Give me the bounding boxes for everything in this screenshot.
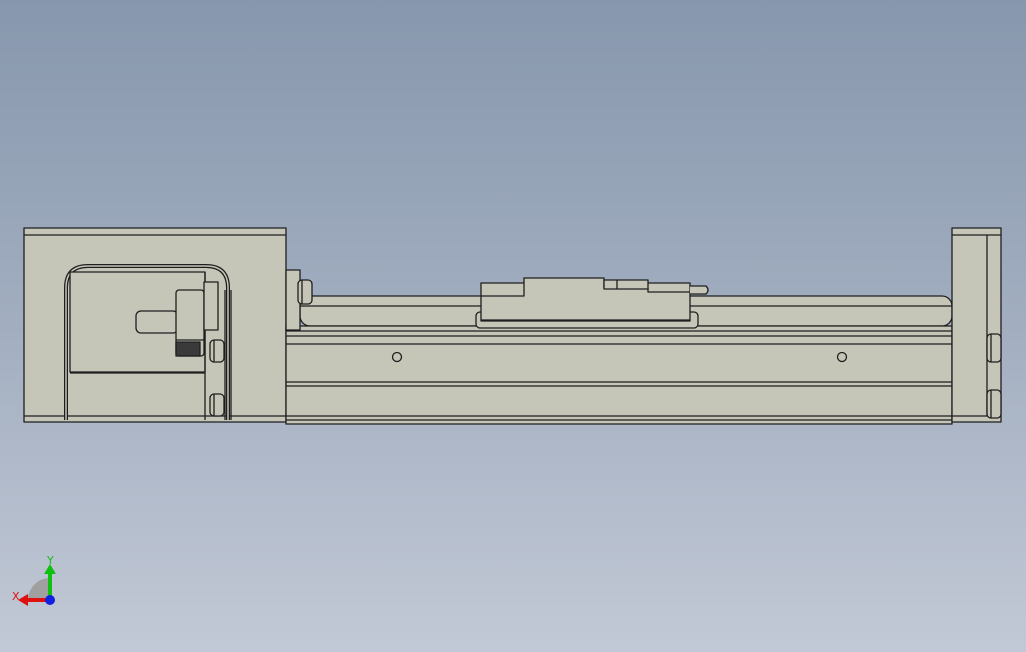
triad-y-label: Y (47, 554, 54, 567)
graphics-viewport[interactable]: Y X (0, 0, 1026, 652)
carriage (475, 277, 709, 329)
rail-body (285, 329, 953, 425)
triad-x-label: X (12, 590, 20, 603)
end-block (951, 227, 1002, 423)
reference-triad (18, 564, 56, 606)
linear-actuator-model[interactable] (0, 0, 1026, 652)
